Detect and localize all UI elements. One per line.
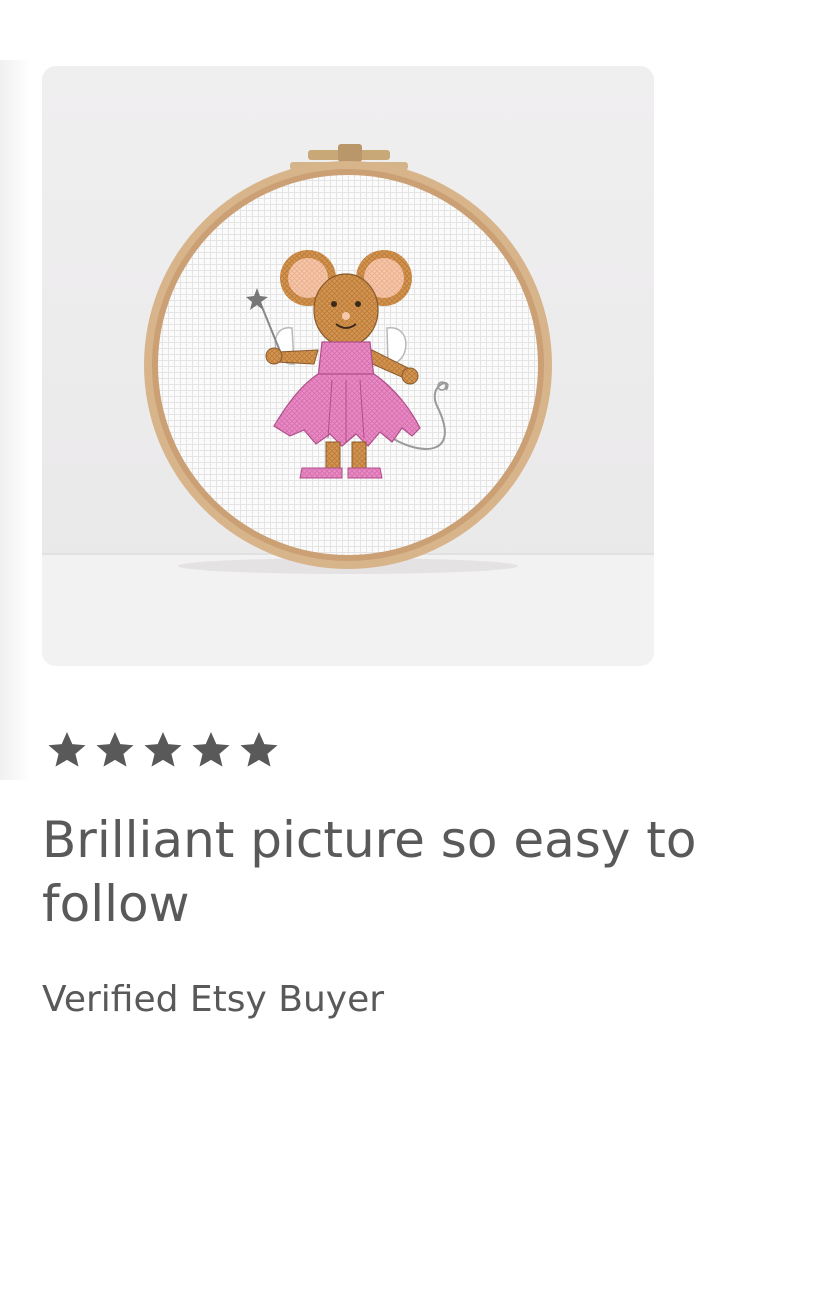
review-text: Brilliant picture so easy to follow (42, 811, 697, 933)
review-photo[interactable] (42, 66, 654, 666)
star-icon (192, 732, 230, 767)
star-icon (48, 732, 86, 767)
star-icon (96, 732, 134, 767)
review-card: Brilliant picture so easy to follow Veri… (0, 0, 840, 1293)
card-edge-shadow (0, 60, 30, 780)
cross-stitch-hoop-image (42, 66, 654, 666)
star-icon (144, 732, 182, 767)
reviewer-name: Verified Etsy Buyer (42, 979, 385, 1020)
star-rating (44, 728, 282, 772)
star-icon (240, 732, 278, 767)
